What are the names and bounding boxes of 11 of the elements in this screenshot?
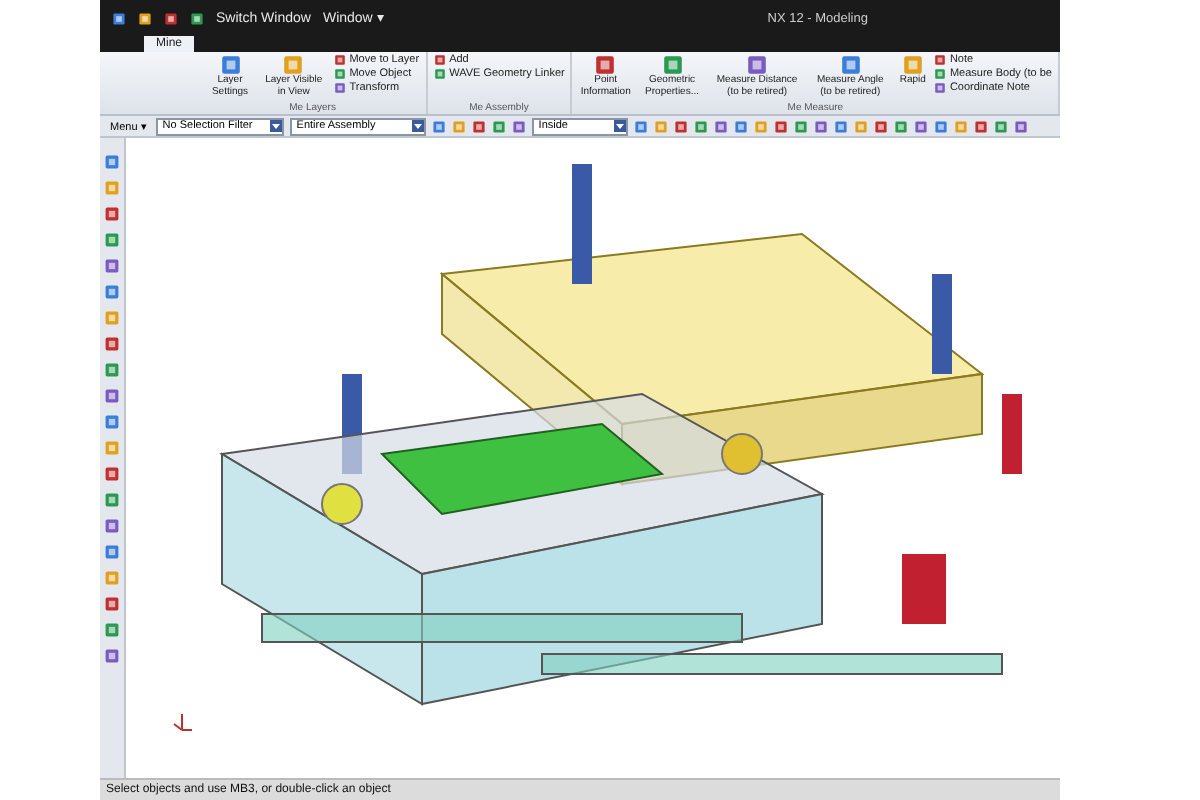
tool-icon — [901, 54, 924, 76]
dropdown-icon[interactable] — [270, 119, 283, 131]
tool-icon — [746, 54, 769, 76]
tool-icon — [219, 54, 242, 76]
dropdown-icon[interactable] — [614, 119, 627, 131]
axis-triad-icon — [170, 710, 194, 734]
dropdown-icon[interactable] — [412, 119, 425, 131]
tool-icon — [594, 54, 617, 76]
tool-icon — [661, 54, 684, 76]
tool-icon — [282, 54, 305, 76]
tool-icon — [839, 54, 862, 76]
